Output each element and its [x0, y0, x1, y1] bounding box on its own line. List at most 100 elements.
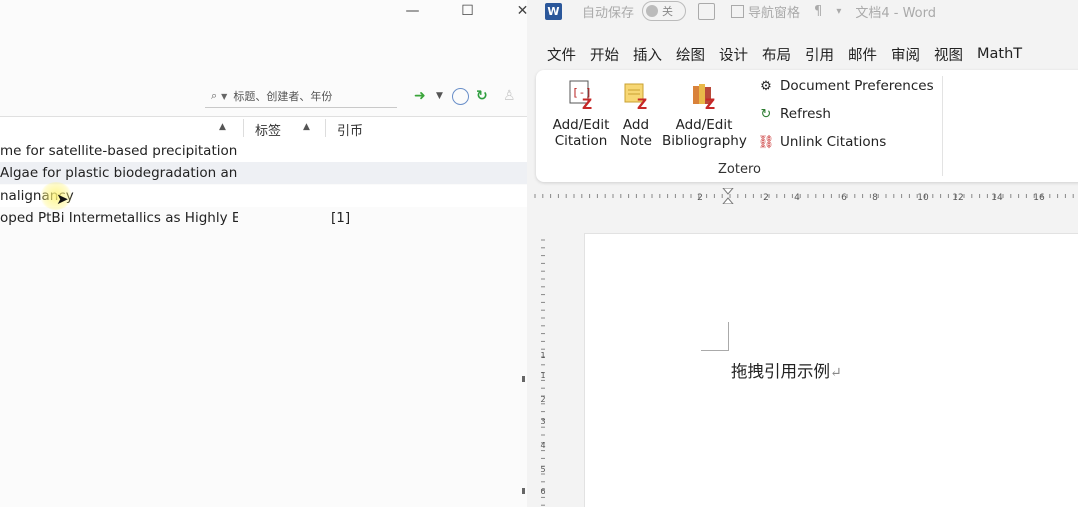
item-title: oped PtBi Intermetallics as Highly E... — [0, 210, 238, 226]
ruler-number: 1 — [540, 371, 545, 380]
sort-ascending-icon[interactable]: ▲ — [219, 122, 226, 132]
ribbon-tabs: 文件 开始 插入 绘图 设计 布局 引用 邮件 审阅 视图 MathT — [527, 40, 1078, 68]
refresh-icon: ↻ — [760, 106, 772, 122]
ruler-number: 14 — [991, 193, 1003, 203]
zotero-window-controls: — ☐ ✕ — [385, 0, 528, 22]
document-preferences-label: Document Preferences — [780, 78, 934, 94]
refresh-label: Refresh — [780, 106, 831, 122]
unlink-citations-button[interactable]: ⛓ Unlink Citations — [757, 134, 887, 150]
add-edit-citation-button[interactable]: [-] Z Add/Edit Citation — [550, 80, 612, 149]
close-button[interactable]: ✕ — [495, 0, 527, 22]
person-icon[interactable]: ♙ — [503, 88, 516, 104]
sync-icon[interactable]: ↻ — [476, 88, 488, 104]
add-note-label-1: Add — [622, 117, 650, 133]
autosave-label: 自动保存 — [582, 5, 635, 21]
item-cite: [1] — [331, 210, 351, 226]
svg-text:Z: Z — [637, 97, 647, 110]
ruler-number: 2 — [540, 395, 545, 404]
paragraph-mark: ↵ — [830, 365, 842, 381]
unlink-citations-label: Unlink Citations — [780, 134, 887, 150]
document-title: 文档4 - Word — [855, 5, 936, 21]
pane-splitter[interactable] — [522, 100, 526, 500]
tab-draw[interactable]: 绘图 — [676, 44, 705, 65]
tab-view[interactable]: 视图 — [934, 44, 963, 65]
citation-icon: [-] Z — [569, 80, 592, 113]
go-forward-icon[interactable]: ➜ — [414, 88, 426, 104]
word-logo-icon: W — [545, 2, 562, 20]
ribbon-divider — [942, 76, 943, 176]
add-note-button[interactable]: Z Add Note — [618, 80, 654, 149]
add-edit-bibliography-button[interactable]: Z Add/Edit Bibliography — [662, 80, 747, 149]
search-mode-dropdown-icon[interactable]: ▼ — [221, 92, 227, 101]
tab-layout[interactable]: 布局 — [762, 44, 791, 65]
note-icon: Z — [624, 83, 647, 113]
paragraph-mark-icon[interactable]: ¶ — [814, 4, 822, 19]
maximize-button[interactable]: ☐ — [440, 0, 495, 22]
ruler-number: 5 — [540, 465, 545, 474]
tab-design[interactable]: 设计 — [719, 44, 748, 65]
item-title: me for satellite-based precipitation ... — [0, 143, 238, 159]
table-row[interactable]: oped PtBi Intermetallics as Highly E... … — [0, 207, 527, 229]
ruler-number: 2 — [763, 193, 769, 203]
vertical-ruler[interactable]: 1 1 2 3 4 5 6 — [535, 232, 551, 507]
document-body[interactable]: 拖拽引用示例↵ — [731, 358, 842, 382]
table-row[interactable]: nalignancy — [0, 185, 527, 207]
zotero-ribbon-panel: [-] Z Add/Edit Citation Z Add Note Z Add… — [536, 70, 1078, 182]
zotero-toolbar: ⌕ ▼ 标题、创建者、年份 ➜ ▼ ↻ ♙ — [0, 82, 527, 112]
unlink-icon: ⛓ — [757, 134, 775, 150]
ruler-number: 4 — [794, 193, 800, 203]
horizontal-ruler[interactable]: 2 2 4 6 8 10 12 14 16 — [527, 188, 1078, 204]
sort-ascending-icon[interactable]: ▲ — [303, 122, 310, 132]
margin-corner-mark — [701, 322, 729, 351]
tab-references[interactable]: 引用 — [805, 44, 834, 65]
tab-mathtype[interactable]: MathT — [977, 46, 1022, 62]
ruler-number: 2 — [697, 193, 703, 203]
word-title-bar: W 自动保存 关 导航窗格 ¶ ▾ 文档4 - Word — [527, 0, 1078, 22]
column-cite[interactable]: 引币 — [337, 120, 363, 139]
tab-insert[interactable]: 插入 — [633, 44, 662, 65]
search-input[interactable]: 标题、创建者、年份 — [233, 88, 332, 104]
add-edit-citation-label-1: Add/Edit — [552, 117, 610, 133]
refresh-button[interactable]: ↻ Refresh — [758, 106, 831, 122]
search-box[interactable]: ⌕ ▼ 标题、创建者、年份 — [205, 85, 397, 108]
ruler-number: 3 — [540, 417, 545, 426]
zotero-window: — ☐ ✕ ⌕ ▼ 标题、创建者、年份 ➜ ▼ ↻ ♙ ▲ 标签 ▲ 引币 me… — [0, 0, 527, 507]
svg-text:Z: Z — [582, 97, 592, 110]
autosave-toggle[interactable]: 关 — [642, 1, 687, 21]
mouse-pointer-icon: ➤ — [56, 190, 69, 208]
save-icon[interactable] — [698, 2, 716, 20]
ruler-number: 16 — [1033, 193, 1045, 203]
dropdown-icon[interactable]: ▾ — [836, 6, 841, 17]
column-tags[interactable]: 标签 — [255, 120, 281, 139]
svg-text:Z: Z — [705, 97, 715, 110]
item-list-header: ▲ 标签 ▲ 引币 — [0, 116, 527, 141]
ruler-number: 1 — [540, 351, 545, 360]
bibliography-icon: Z — [693, 84, 715, 113]
tab-review[interactable]: 审阅 — [891, 44, 920, 65]
tab-file[interactable]: 文件 — [547, 44, 576, 65]
search-icon: ⌕ — [211, 89, 218, 102]
add-note-label-2: Note — [620, 133, 652, 149]
document-text: 拖拽引用示例 — [731, 362, 830, 381]
word-window: W 自动保存 关 导航窗格 ¶ ▾ 文档4 - Word 文件 开始 插入 绘图… — [527, 0, 1078, 507]
document-page[interactable]: 拖拽引用示例↵ — [584, 233, 1078, 507]
ruler-number: 4 — [540, 441, 545, 450]
ruler-number: 8 — [872, 193, 878, 203]
gear-icon: ⚙ — [760, 78, 772, 94]
add-edit-bibliography-label-1: Add/Edit — [675, 117, 733, 133]
locate-icon[interactable] — [452, 88, 469, 105]
nav-pane-checkbox[interactable] — [731, 4, 745, 18]
ruler-number: 12 — [952, 193, 963, 203]
tab-home[interactable]: 开始 — [590, 44, 619, 65]
table-row[interactable]: me for satellite-based precipitation ... — [0, 140, 527, 162]
minimize-button[interactable]: — — [385, 0, 440, 22]
item-title: Algae for plastic biodegradation an... — [0, 165, 238, 181]
add-edit-bibliography-label-2: Bibliography — [662, 133, 747, 149]
ruler-number: 6 — [841, 193, 847, 203]
item-title: nalignancy — [0, 188, 74, 204]
dropdown-arrow-icon[interactable]: ▼ — [436, 91, 443, 101]
tab-mailings[interactable]: 邮件 — [848, 44, 877, 65]
document-preferences-button[interactable]: ⚙ Document Preferences — [758, 78, 934, 94]
table-row[interactable]: Algae for plastic biodegradation an... — [0, 162, 527, 184]
ruler-number: 6 — [540, 487, 545, 496]
